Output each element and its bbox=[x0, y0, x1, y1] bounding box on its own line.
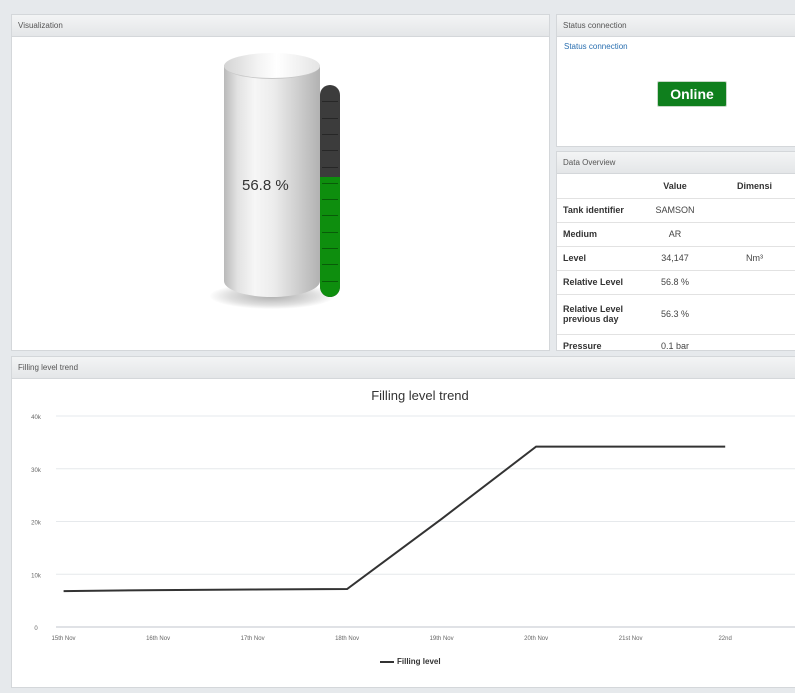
level-gauge-fill bbox=[320, 176, 340, 297]
row-value: AR bbox=[643, 222, 707, 247]
y-tick-label: 30k bbox=[31, 468, 42, 474]
row-value: SAMSON bbox=[643, 198, 707, 223]
y-tick-label: 20k bbox=[31, 521, 42, 527]
online-status-badge: Online bbox=[657, 81, 727, 107]
data-overview-panel: Data Overview Value Dimensi Tank identif… bbox=[556, 151, 795, 351]
chart-legend[interactable]: Filling level bbox=[380, 657, 441, 666]
y-tick-label: 10k bbox=[31, 573, 42, 579]
gauge-segment-divider bbox=[322, 101, 338, 103]
visualization-panel-title: Visualization bbox=[12, 15, 549, 37]
level-gauge-background bbox=[320, 85, 340, 297]
chart-title: Filling level trend bbox=[371, 388, 469, 403]
table-row: Pressure 0.1 bar bbox=[557, 334, 795, 350]
row-label: Level bbox=[557, 246, 643, 271]
status-panel-title: Status connection bbox=[557, 15, 795, 37]
level-gauge bbox=[320, 85, 340, 297]
row-label: Relative Level previous day bbox=[557, 294, 643, 335]
table-header-blank bbox=[557, 174, 643, 199]
filling-level-chart: Filling level trend 0 10k 20k 30k 40k 15th No… bbox=[31, 388, 795, 642]
data-overview-table: Value Dimensi Tank identifier SAMSON Med… bbox=[557, 174, 795, 350]
x-tick-label: 16th Nov bbox=[146, 636, 170, 642]
x-tick-label: 20th Nov bbox=[524, 636, 548, 642]
gauge-segment-divider bbox=[322, 231, 338, 233]
row-label: Relative Level bbox=[557, 270, 643, 295]
tank-top bbox=[224, 53, 320, 79]
gauge-segment-divider bbox=[322, 150, 338, 152]
x-tick-label: 17th Nov bbox=[241, 636, 265, 642]
x-tick-label: 18th Nov bbox=[335, 636, 359, 642]
tank-graphic: 56.8 % bbox=[202, 49, 352, 319]
trend-panel: Filling level trend Filling level trend … bbox=[11, 356, 795, 688]
gauge-segment-divider bbox=[322, 182, 338, 184]
table-row: Relative Level previous day 56.3 % bbox=[557, 294, 795, 335]
table-header-value: Value bbox=[643, 174, 707, 199]
row-value: 0.1 bar bbox=[643, 334, 707, 350]
row-dimension bbox=[707, 334, 795, 350]
gauge-segment-divider bbox=[322, 280, 338, 282]
row-dimension bbox=[707, 198, 795, 223]
row-dimension bbox=[707, 294, 795, 335]
visualization-panel: Visualization 56.8 % bbox=[11, 14, 550, 351]
row-dimension bbox=[707, 222, 795, 247]
row-value: 34,147 bbox=[643, 246, 707, 271]
tank-level-percent: 56.8 % bbox=[242, 177, 289, 194]
row-value: 56.8 % bbox=[643, 270, 707, 295]
data-overview-panel-title: Data Overview bbox=[557, 152, 795, 174]
gauge-segment-divider bbox=[322, 215, 338, 217]
row-dimension bbox=[707, 270, 795, 295]
gauge-segment-divider bbox=[322, 166, 338, 168]
table-row: Medium AR bbox=[557, 222, 795, 247]
y-tick-label: 0 bbox=[34, 626, 38, 632]
table-row: Tank identifier SAMSON bbox=[557, 198, 795, 223]
status-panel: Status connection Status connection Onli… bbox=[556, 14, 795, 147]
row-label: Tank identifier bbox=[557, 198, 643, 223]
gauge-segment-divider bbox=[322, 264, 338, 266]
status-connection-link[interactable]: Status connection bbox=[564, 42, 628, 51]
table-row: Level 34,147 Nm³ bbox=[557, 246, 795, 271]
gauge-segment-divider bbox=[322, 199, 338, 201]
x-tick-label: 15th Nov bbox=[52, 636, 76, 642]
trend-panel-title: Filling level trend bbox=[12, 357, 795, 379]
row-label: Pressure bbox=[557, 334, 643, 350]
row-label: Medium bbox=[557, 222, 643, 247]
x-tick-label: 22nd bbox=[718, 636, 731, 642]
x-tick-label: 19th Nov bbox=[430, 636, 454, 642]
table-header-row: Value Dimensi bbox=[557, 174, 795, 199]
y-tick-label: 40k bbox=[31, 415, 42, 421]
legend-swatch bbox=[380, 660, 394, 663]
x-tick-label: 21st Nov bbox=[619, 636, 643, 642]
table-row: Relative Level 56.8 % bbox=[557, 270, 795, 295]
gauge-segment-divider bbox=[322, 248, 338, 250]
gauge-segment-divider bbox=[322, 133, 338, 135]
gauge-segment-divider bbox=[322, 117, 338, 119]
table-header-dimension: Dimensi bbox=[707, 174, 795, 199]
legend-label: Filling level bbox=[397, 657, 441, 666]
row-value: 56.3 % bbox=[643, 294, 707, 335]
row-dimension: Nm³ bbox=[707, 246, 795, 271]
